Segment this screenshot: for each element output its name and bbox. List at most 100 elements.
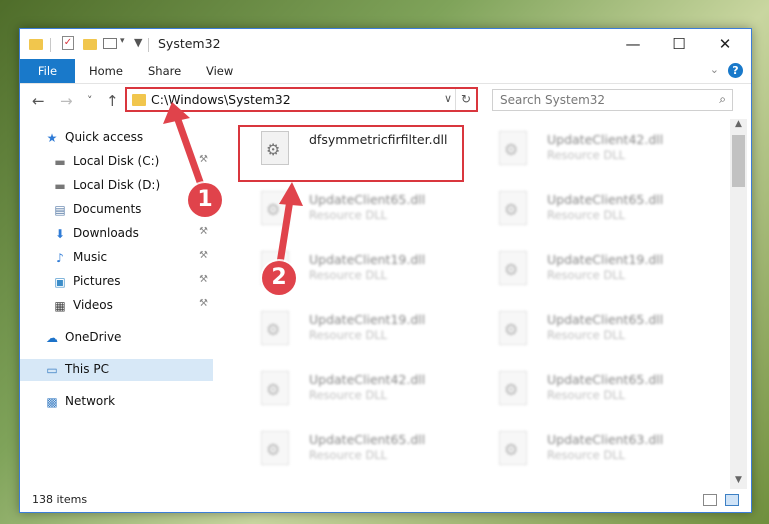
pin-icon[interactable]: ⚒ xyxy=(199,298,208,309)
pictures-icon: ▣ xyxy=(54,275,66,289)
customize-toolbar-icon[interactable] xyxy=(103,38,117,49)
navigation-bar: ← → ˅ ↑ C:\Windows\System32 ∨ ↻ Search S… xyxy=(20,84,751,118)
file-type: Resource DLL xyxy=(547,448,626,462)
navigation-pane: ★ Quick access ▬ Local Disk (C:) ⚒ ▬ Loc… xyxy=(20,119,213,489)
minimize-button[interactable]: — xyxy=(610,29,656,59)
file-name: UpdateClient19.dll xyxy=(547,252,664,267)
sidebar-item-local-disk-d[interactable]: ▬ Local Disk (D:) xyxy=(20,175,213,197)
star-icon: ★ xyxy=(46,131,58,145)
large-icons-view-icon[interactable] xyxy=(725,494,739,506)
file-name: UpdateClient65.dll xyxy=(547,192,664,207)
maximize-button[interactable]: ☐ xyxy=(656,29,702,59)
forward-button[interactable]: → xyxy=(60,92,73,110)
file-name: UpdateClient19.dll xyxy=(309,252,426,267)
search-icon[interactable]: ⌕ xyxy=(719,92,726,107)
sidebar-item-videos[interactable]: ▦ Videos ⚒ xyxy=(20,295,213,317)
cloud-icon: ☁ xyxy=(46,331,58,345)
dll-file-icon: ⚙ xyxy=(499,191,527,225)
drive-icon: ▬ xyxy=(54,179,66,193)
chevron-down-icon[interactable]: ∨ xyxy=(444,92,452,105)
dll-file-icon: ⚙ xyxy=(499,251,527,285)
file-type: Resource DLL xyxy=(309,268,388,282)
sidebar-item-this-pc[interactable]: ▭ This PC xyxy=(20,359,213,381)
list-item[interactable]: ⚙ UpdateClient65.dll Resource DLL xyxy=(483,185,711,241)
scroll-down-icon[interactable]: ▼ xyxy=(730,475,747,489)
search-input[interactable]: Search System32 ⌕ xyxy=(492,89,733,111)
pin-icon[interactable]: ⚒ xyxy=(199,154,208,165)
sidebar-item-label: Network xyxy=(65,394,116,408)
back-button[interactable]: ← xyxy=(32,92,45,110)
list-item[interactable]: ⚙ UpdateClient42.dll Resource DLL xyxy=(245,365,473,421)
title-bar: ✓ ▾ ▼ System32 — ☐ ✕ xyxy=(20,29,751,59)
file-name: UpdateClient63.dll xyxy=(547,432,664,447)
status-bar: 138 items xyxy=(20,489,751,512)
details-view-icon[interactable] xyxy=(703,494,717,506)
sidebar-item-label: Videos xyxy=(73,298,113,312)
vertical-scrollbar[interactable]: ▲ ▼ xyxy=(730,119,747,489)
sidebar-item-local-disk-c[interactable]: ▬ Local Disk (C:) ⚒ xyxy=(20,151,213,173)
gear-icon: ⚙ xyxy=(504,140,519,159)
list-item[interactable]: ⚙ UpdateClient42.dll Resource DLL xyxy=(483,125,711,181)
step-1-badge: 1 xyxy=(188,183,222,217)
pin-icon[interactable]: ⚒ xyxy=(199,226,208,237)
sidebar-item-label: Documents xyxy=(73,202,142,216)
scroll-up-icon[interactable]: ▲ xyxy=(730,119,747,133)
tab-share[interactable]: Share xyxy=(148,59,181,83)
window-title: System32 xyxy=(158,36,221,51)
pin-icon[interactable]: ⚒ xyxy=(199,250,208,261)
refresh-button[interactable]: ↻ xyxy=(455,89,476,110)
music-icon: ♪ xyxy=(56,251,64,265)
sidebar-item-downloads[interactable]: ⬇ Downloads ⚒ xyxy=(20,223,213,245)
help-icon[interactable]: ? xyxy=(728,63,743,78)
chevron-down-icon[interactable]: ▾ xyxy=(120,36,125,50)
file-name: UpdateClient19.dll xyxy=(309,312,426,327)
file-name: UpdateClient65.dll xyxy=(309,192,426,207)
sidebar-item-network[interactable]: ▩ Network xyxy=(20,391,213,413)
file-name: UpdateClient42.dll xyxy=(547,132,664,147)
list-item[interactable]: ⚙ UpdateClient65.dll Resource DLL xyxy=(483,365,711,421)
list-item[interactable]: ⚙ UpdateClient65.dll Resource DLL xyxy=(483,305,711,361)
ribbon-tabs: File Home Share View ⌄ ? xyxy=(20,59,751,84)
file-type: Resource DLL xyxy=(309,208,388,222)
video-icon: ▦ xyxy=(54,299,66,313)
list-item[interactable]: ⚙ UpdateClient65.dll Resource DLL xyxy=(245,185,473,241)
scrollbar-thumb[interactable] xyxy=(732,135,745,187)
sidebar-item-music[interactable]: ♪ Music ⚒ xyxy=(20,247,213,269)
sidebar-item-documents[interactable]: ▤ Documents xyxy=(20,199,213,221)
gear-icon: ⚙ xyxy=(504,200,519,219)
address-bar[interactable]: C:\Windows\System32 ∨ ↻ xyxy=(125,87,478,112)
list-item[interactable]: ⚙ UpdateClient65.dll Resource DLL xyxy=(245,425,473,481)
list-item[interactable]: ⚙ UpdateClient19.dll Resource DLL xyxy=(483,245,711,301)
properties-icon[interactable]: ✓ xyxy=(62,36,74,50)
dll-file-icon: ⚙ xyxy=(499,311,527,345)
sidebar-item-label: Local Disk (C:) xyxy=(73,154,160,168)
drive-icon: ▬ xyxy=(54,155,66,169)
address-path[interactable]: C:\Windows\System32 xyxy=(151,92,291,107)
sidebar-item-label: This PC xyxy=(65,362,109,376)
gear-icon: ⚙ xyxy=(266,320,281,339)
sidebar-item-pictures[interactable]: ▣ Pictures ⚒ xyxy=(20,271,213,293)
recent-locations-button[interactable]: ˅ xyxy=(87,94,93,107)
list-item[interactable]: ⚙ UpdateClient19.dll Resource DLL xyxy=(245,305,473,361)
dll-file-icon: ⚙ xyxy=(261,311,289,345)
folder-icon xyxy=(132,94,146,106)
file-type: Resource DLL xyxy=(309,448,388,462)
download-icon: ⬇ xyxy=(54,227,66,241)
close-button[interactable]: ✕ xyxy=(702,29,748,59)
document-icon: ▤ xyxy=(54,203,66,217)
list-item[interactable]: ⚙ UpdateClient63.dll Resource DLL xyxy=(483,425,711,481)
dll-file-icon: ⚙ xyxy=(499,131,527,165)
file-explorer-window: ✓ ▾ ▼ System32 — ☐ ✕ File Home Share Vie… xyxy=(19,28,752,513)
expand-ribbon-icon[interactable]: ⌄ xyxy=(710,63,719,76)
tab-file[interactable]: File xyxy=(20,59,75,83)
sidebar-item-onedrive[interactable]: ☁ OneDrive xyxy=(20,327,213,349)
sidebar-item-label: Local Disk (D:) xyxy=(73,178,161,192)
gear-icon: ⚙ xyxy=(266,440,281,459)
tab-view[interactable]: View xyxy=(206,59,233,83)
new-folder-icon[interactable] xyxy=(83,39,97,50)
quick-access-toolbar-menu-icon[interactable]: ▼ xyxy=(134,36,142,50)
up-button[interactable]: ↑ xyxy=(106,92,119,110)
sidebar-item-quick-access[interactable]: ★ Quick access xyxy=(20,127,213,149)
tab-home[interactable]: Home xyxy=(89,59,123,83)
pin-icon[interactable]: ⚒ xyxy=(199,274,208,285)
